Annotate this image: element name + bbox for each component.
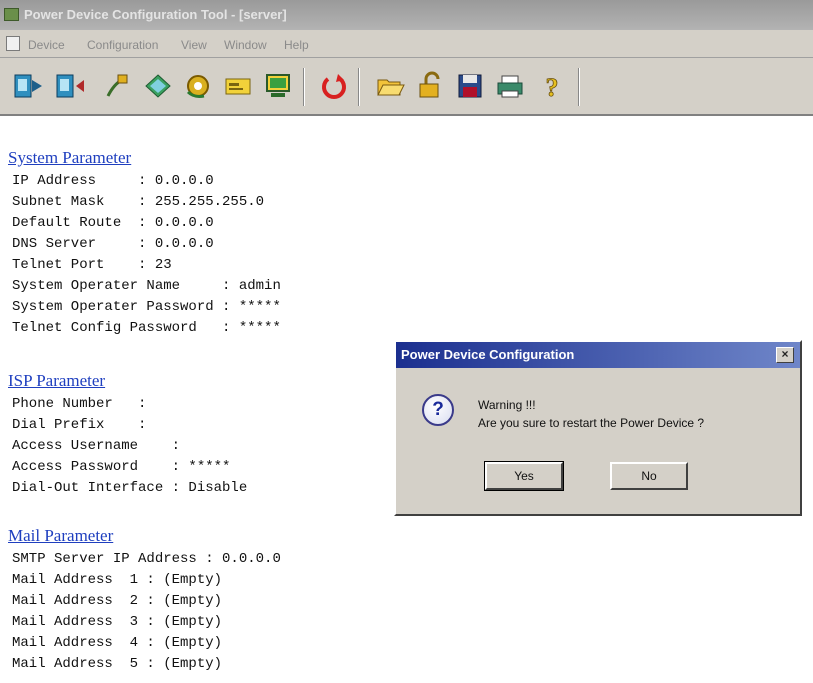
mail-parameter-link[interactable]: Mail Parameter [8, 526, 113, 546]
restart-icon[interactable] [316, 68, 352, 104]
dialog-message-text: Are you sure to restart the Power Device… [478, 416, 705, 430]
card-icon[interactable] [220, 68, 256, 104]
svg-text:?: ? [546, 73, 559, 102]
system-line: Default Route : 0.0.0.0 [12, 215, 214, 231]
dialog-title-bar[interactable]: Power Device Configuration × [396, 342, 800, 368]
isp-line: Access Username : [12, 438, 181, 454]
save-icon[interactable] [452, 68, 488, 104]
connect-icon[interactable] [10, 68, 46, 104]
menu-bar: Device Configuration View Window Help [0, 30, 813, 58]
menu-device[interactable]: Device [28, 38, 65, 52]
dialog-close-button[interactable]: × [776, 347, 794, 363]
system-parameter-link[interactable]: System Parameter [8, 148, 131, 168]
isp-line: Dial-Out Interface : Disable [12, 480, 248, 496]
mail-line: Mail Address 2 : (Empty) [12, 593, 223, 609]
mail-line: Mail Address 4 : (Empty) [12, 635, 223, 651]
window-title: Power Device Configuration Tool - [serve… [24, 7, 287, 22]
system-line: IP Address : 0.0.0.0 [12, 173, 214, 189]
mail-line: Mail Address 3 : (Empty) [12, 614, 223, 630]
monitor-icon[interactable] [260, 68, 296, 104]
dialog-title: Power Device Configuration [401, 347, 575, 362]
system-line: Telnet Port : 23 [12, 257, 172, 273]
yes-button-label: Yes [514, 469, 534, 483]
help-icon[interactable]: ? [534, 68, 570, 104]
no-button-label: No [641, 469, 657, 483]
mail-line: Mail Address 1 : (Empty) [12, 572, 223, 588]
isp-parameter-link[interactable]: ISP Parameter [8, 371, 105, 391]
dialog-warning-text: Warning !!! [478, 398, 536, 412]
menu-help[interactable]: Help [284, 38, 309, 52]
toolbar: ? [0, 58, 813, 116]
no-button[interactable]: No [610, 462, 688, 490]
toolbar-separator [578, 68, 580, 106]
diamond-icon[interactable] [140, 68, 176, 104]
isp-line: Dial Prefix : [12, 417, 147, 433]
plug-icon[interactable] [98, 68, 134, 104]
toolbar-separator [303, 68, 305, 106]
document-icon[interactable] [6, 36, 20, 51]
restart-confirm-dialog: Power Device Configuration × ? Warning !… [394, 340, 802, 516]
system-line: DNS Server : 0.0.0.0 [12, 236, 214, 252]
menu-view[interactable]: View [181, 38, 207, 52]
system-line: Subnet Mask : 255.255.255.0 [12, 194, 265, 210]
app-icon [4, 8, 19, 21]
system-line: Telnet Config Password : ***** [12, 320, 281, 336]
mail-line: SMTP Server IP Address : 0.0.0.0 [12, 551, 281, 567]
window-title-bar[interactable]: Power Device Configuration Tool - [serve… [0, 0, 813, 30]
gear-icon[interactable] [180, 68, 216, 104]
toolbar-separator [358, 68, 360, 106]
mail-line: Mail Address 5 : (Empty) [12, 656, 223, 672]
isp-line: Access Password : ***** [12, 459, 231, 475]
unlock-icon[interactable] [412, 68, 448, 104]
menu-window[interactable]: Window [224, 38, 267, 52]
menu-configuration[interactable]: Configuration [87, 38, 158, 52]
question-icon: ? [422, 394, 454, 426]
yes-button[interactable]: Yes [484, 461, 564, 491]
isp-line: Phone Number : [12, 396, 147, 412]
open-folder-icon[interactable] [372, 68, 408, 104]
system-line: System Operater Password : ***** [12, 299, 281, 315]
system-line: System Operater Name : admin [12, 278, 281, 294]
print-icon[interactable] [492, 68, 528, 104]
disconnect-icon[interactable] [52, 68, 88, 104]
